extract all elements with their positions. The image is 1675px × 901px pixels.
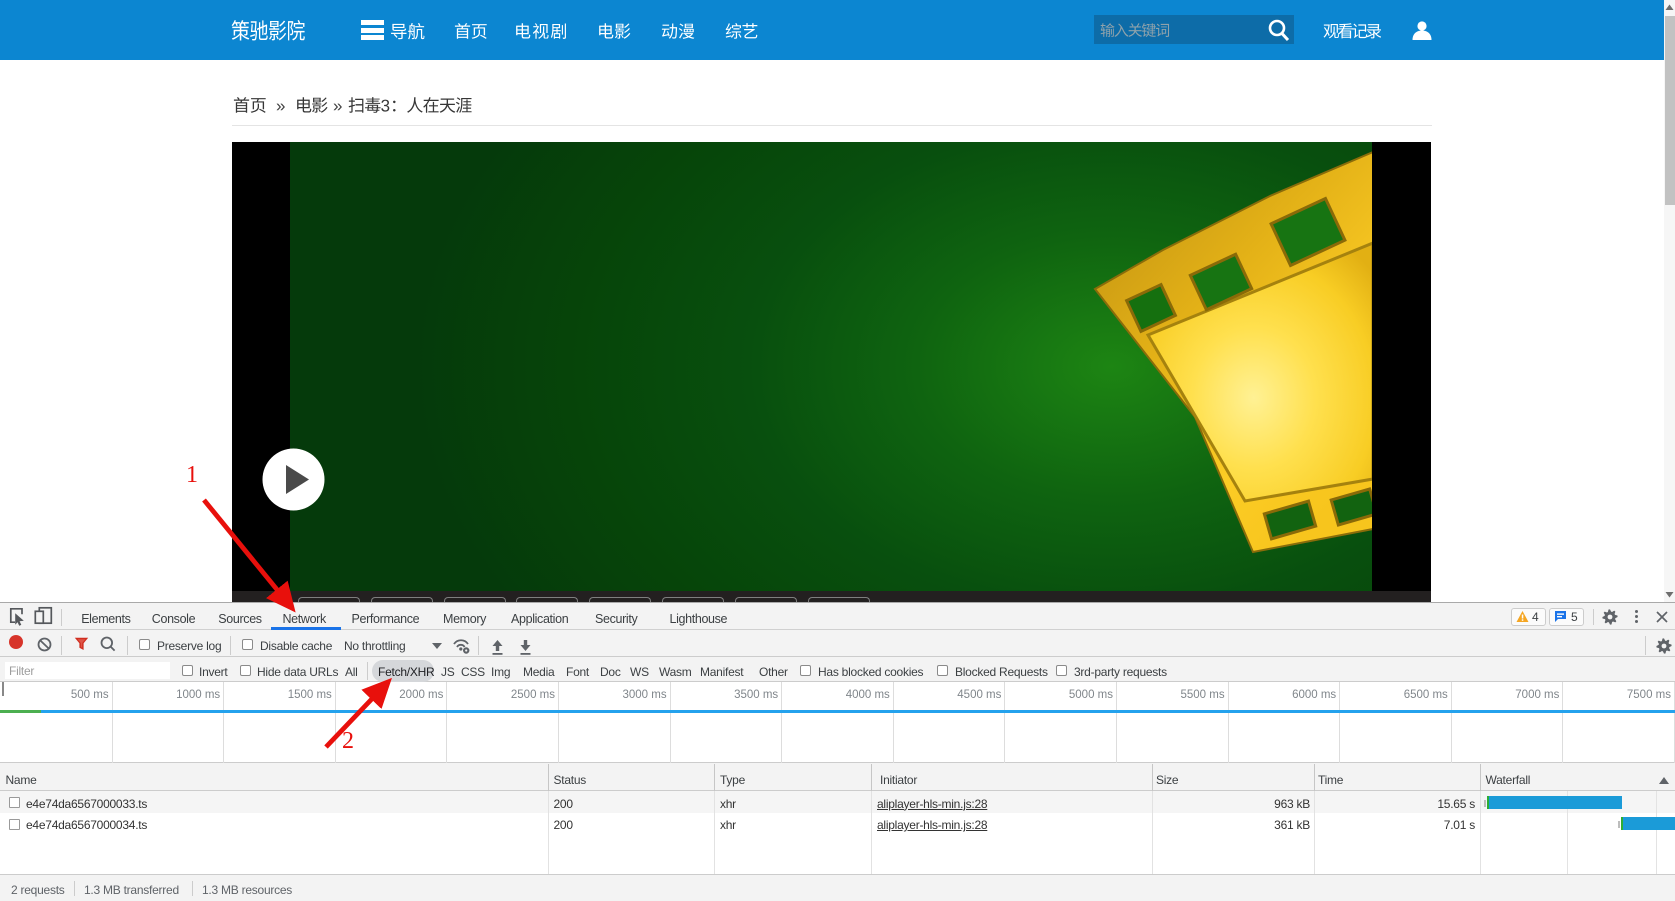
svg-text:1: 1: [186, 462, 198, 488]
